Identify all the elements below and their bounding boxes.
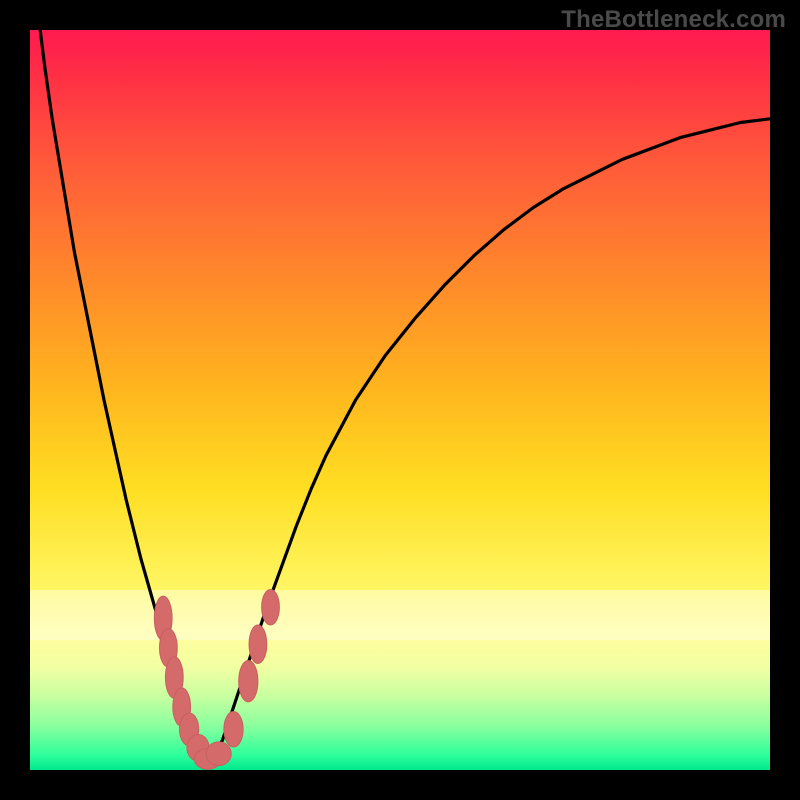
curve-right-branch (208, 119, 770, 763)
marker-group (154, 589, 279, 769)
data-marker (262, 589, 280, 625)
data-marker (206, 742, 231, 766)
data-marker (224, 712, 243, 748)
curve-left-branch (30, 30, 208, 763)
data-marker (239, 660, 258, 701)
chart-svg (30, 30, 770, 770)
plot-area (30, 30, 770, 770)
curve-group (30, 30, 770, 763)
data-marker (249, 625, 267, 663)
watermark-text: TheBottleneck.com (561, 6, 786, 34)
outer-frame: TheBottleneck.com (0, 0, 800, 800)
